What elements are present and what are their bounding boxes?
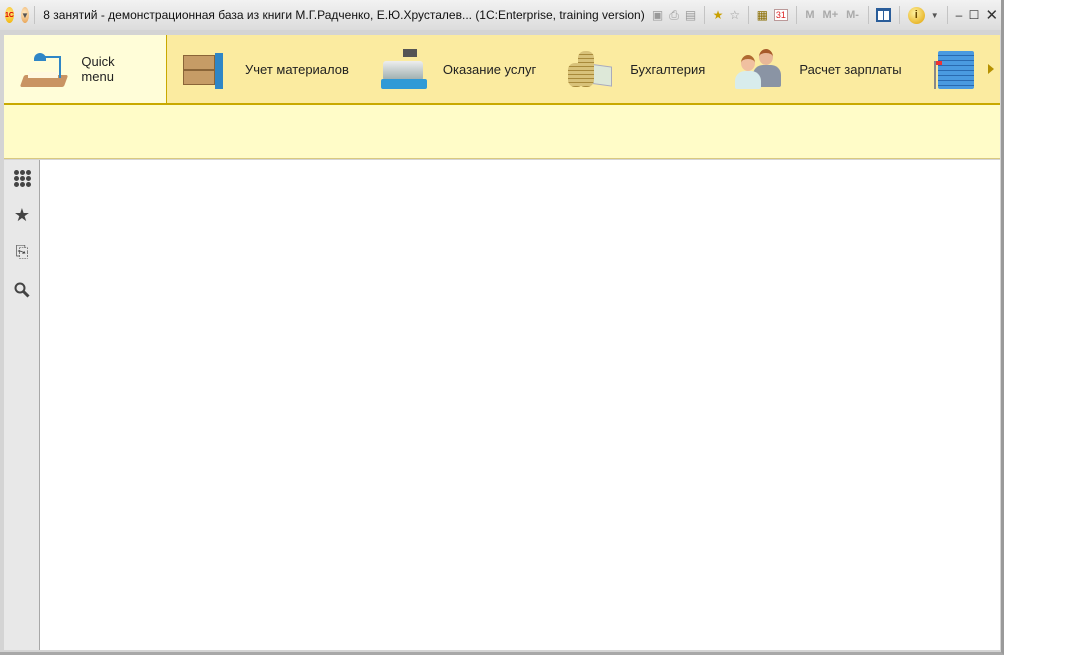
people-icon	[735, 47, 785, 91]
calendar-day: 31	[773, 9, 788, 21]
memory-plus-button[interactable]: M+	[823, 9, 839, 21]
section-services[interactable]: Оказание услуг	[365, 35, 552, 103]
section-payroll[interactable]: Расчет зарплаты	[721, 35, 917, 103]
minimize-button[interactable]: –	[955, 6, 963, 24]
print-icon[interactable]: ⎙	[669, 6, 679, 24]
sections-panel: Quick menu Учет материалов Оказание услу…	[4, 35, 1000, 105]
maximize-button[interactable]: ☐	[969, 6, 980, 24]
save-icon[interactable]: ▣	[652, 6, 663, 24]
memory-m-button[interactable]: M	[805, 9, 814, 21]
section-label: Бухгалтерия	[630, 61, 706, 77]
info-icon[interactable]: i	[907, 6, 925, 24]
subsections-panel	[4, 105, 1000, 159]
coins-icon	[566, 47, 616, 91]
favorites-star-icon[interactable]: ★	[4, 197, 40, 234]
section-quick-menu[interactable]: Quick menu	[4, 35, 167, 103]
search-icon[interactable]	[4, 271, 40, 308]
desk-lamp-icon	[18, 47, 69, 91]
calculator-icon[interactable]: ▦	[757, 6, 768, 24]
calendar-icon[interactable]: 31	[773, 6, 788, 24]
left-sidebar: ★ ⎘	[4, 160, 40, 650]
section-label: Расчет зарплаты	[799, 61, 902, 77]
section-accounting[interactable]: Бухгалтерия	[552, 35, 721, 103]
section-materials[interactable]: Учет материалов	[167, 35, 365, 103]
section-label: Quick menu	[81, 54, 115, 84]
app-window: 1С ▼ 8 занятий - демонстрационная база и…	[0, 0, 1004, 655]
workspace	[40, 160, 1000, 650]
panels-layout-icon[interactable]	[876, 6, 892, 24]
add-favorite-icon[interactable]: ★	[713, 6, 724, 24]
section-label: Оказание услуг	[442, 61, 537, 77]
close-button[interactable]: ✕	[985, 6, 998, 24]
title-bar: 1С ▼ 8 занятий - демонстрационная база и…	[0, 0, 1001, 30]
1c-logo-icon[interactable]: 1С	[5, 7, 14, 23]
section-label: Учет материалов	[245, 61, 349, 77]
main-menu-button[interactable]: ▼	[20, 7, 29, 23]
scroll-right-arrow-icon[interactable]	[988, 64, 994, 74]
memory-minus-button[interactable]: M-	[846, 9, 859, 21]
window-title: 8 занятий - демонстрационная база из кни…	[43, 8, 645, 22]
cash-register-icon	[379, 47, 429, 91]
print-preview-icon[interactable]: ▤	[685, 6, 696, 24]
info-dropdown-icon[interactable]: ▼	[931, 6, 939, 24]
history-icon[interactable]: ⎘	[4, 234, 40, 271]
section-enterprise[interactable]	[918, 35, 996, 103]
building-icon	[932, 47, 982, 91]
favorites-icon[interactable]: ☆	[729, 6, 740, 24]
apps-grid-icon[interactable]	[4, 160, 40, 197]
pallet-boxes-icon	[181, 47, 231, 91]
